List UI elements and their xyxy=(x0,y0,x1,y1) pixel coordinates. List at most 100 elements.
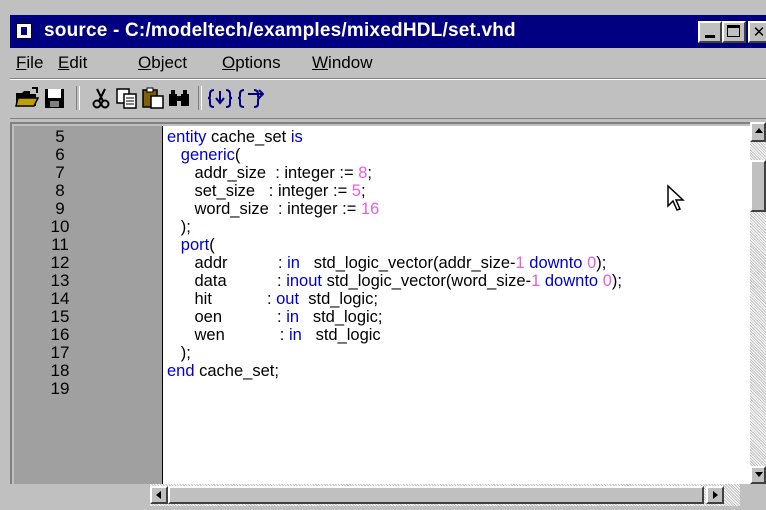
line-number: 6 xyxy=(55,145,65,164)
find-icon[interactable] xyxy=(166,86,192,110)
code-number: 0 xyxy=(602,272,612,290)
line-number: 14 xyxy=(50,289,70,308)
code-text: word_size : integer := xyxy=(167,200,361,218)
toolbar xyxy=(10,80,766,116)
line-number: 17 xyxy=(50,343,70,362)
source-window: source - C:/modeltech/examples/mixedHDL/… xyxy=(0,0,766,510)
code-keyword: downto xyxy=(529,254,583,272)
code-line: generic( xyxy=(167,146,241,164)
app-icon[interactable] xyxy=(16,23,32,39)
code-text: std_logic_vector(word_size- xyxy=(322,272,532,290)
mouse-pointer-icon xyxy=(667,184,685,211)
line-number xyxy=(14,398,106,408)
toolbar-divider xyxy=(10,118,766,119)
scroll-left-button[interactable] xyxy=(150,486,168,504)
code-text: ); xyxy=(596,254,607,272)
line-number: 13 xyxy=(50,271,70,290)
code-keyword: downto xyxy=(544,272,599,290)
toolbar-separator xyxy=(76,86,80,110)
code-number: 16 xyxy=(360,200,380,218)
code-keyword: entity xyxy=(167,128,207,146)
line-number: 12 xyxy=(50,253,70,272)
minimize-button[interactable] xyxy=(698,21,722,43)
code-keyword: in xyxy=(288,326,302,344)
save-icon[interactable] xyxy=(42,86,68,110)
code-text: addr_size : integer := xyxy=(167,164,359,182)
code-text: std_logic xyxy=(301,326,381,344)
scroll-down-button[interactable] xyxy=(750,466,766,484)
code-line: set_size : integer := 5; xyxy=(167,182,366,200)
line-number-gutter: 5 6 7 8 9 10 11 12 13 14 15 16 17 18 19 xyxy=(14,126,162,484)
code-text: ; xyxy=(367,164,373,182)
line-number: 15 xyxy=(50,307,70,326)
code-keyword: out xyxy=(276,290,300,308)
code-text: addr : xyxy=(167,254,288,272)
open-folder-icon[interactable] xyxy=(14,86,40,110)
code-line: port( xyxy=(167,236,215,254)
code-line: addr : in std_logic_vector(addr_size-1 d… xyxy=(167,254,607,272)
arrow-left-icon xyxy=(156,491,161,499)
horizontal-scrollbar[interactable] xyxy=(150,484,740,506)
code-line: end cache_set; xyxy=(167,362,279,380)
code-text: data : xyxy=(167,272,287,290)
close-button[interactable]: ✕ xyxy=(748,21,766,43)
code-text: ); xyxy=(167,344,191,362)
line-number: 7 xyxy=(55,163,65,182)
menu-file[interactable]: File xyxy=(16,53,43,73)
code-line: wen : in std_logic xyxy=(167,326,381,344)
code-text: std_logic; xyxy=(299,290,378,308)
menu-window[interactable]: Window xyxy=(312,53,372,73)
code-line: oen : in std_logic; xyxy=(167,308,383,326)
horizontal-scroll-thumb[interactable] xyxy=(168,486,704,504)
code-text: ( xyxy=(209,236,215,254)
code-text: std_logic_vector(addr_size- xyxy=(299,254,516,272)
code-keyword: end xyxy=(167,362,195,380)
code-keyword: is xyxy=(290,128,303,146)
vertical-scrollbar[interactable] xyxy=(750,122,766,484)
source-editor[interactable]: 5 6 7 8 9 10 11 12 13 14 15 16 17 18 19 … xyxy=(10,122,753,484)
menu-bar: File Edit Object Options Window xyxy=(10,50,766,78)
menu-object[interactable]: Object xyxy=(138,53,187,73)
code-keyword: port xyxy=(180,236,210,254)
code-text: ); xyxy=(611,272,622,290)
code-number: 1 xyxy=(515,254,525,272)
code-text: ; xyxy=(360,182,366,200)
cut-icon[interactable] xyxy=(88,86,114,110)
code-text: cache_set xyxy=(206,128,291,146)
code-text: ); xyxy=(167,218,191,236)
minimize-icon xyxy=(705,35,715,38)
paste-icon[interactable] xyxy=(140,86,166,110)
line-number: 19 xyxy=(50,379,70,398)
code-line: word_size : integer := 16 xyxy=(167,200,380,218)
scroll-up-button[interactable] xyxy=(750,122,766,142)
code-text-area[interactable]: entity cache_set is generic( addr_size :… xyxy=(162,126,753,484)
step-over-icon[interactable] xyxy=(238,86,264,110)
scroll-right-button[interactable] xyxy=(706,486,724,504)
line-number: 18 xyxy=(50,361,70,380)
line-number: 9 xyxy=(55,199,65,218)
arrow-right-icon xyxy=(713,491,718,499)
code-text: set_size : integer := xyxy=(167,182,352,200)
line-number: 10 xyxy=(50,217,70,236)
code-line: addr_size : integer := 8; xyxy=(167,164,373,182)
code-keyword: in xyxy=(286,308,300,326)
copy-icon[interactable] xyxy=(114,86,140,110)
code-line: hit : out std_logic; xyxy=(167,290,378,308)
close-icon: ✕ xyxy=(752,23,766,41)
code-keyword: inout xyxy=(286,272,322,290)
title-bar[interactable]: source - C:/modeltech/examples/mixedHDL/… xyxy=(10,15,766,48)
code-text: ( xyxy=(234,146,241,164)
line-number: 8 xyxy=(55,181,65,200)
menu-options[interactable]: Options xyxy=(222,53,281,73)
menu-edit[interactable]: Edit xyxy=(58,53,87,73)
step-into-icon[interactable] xyxy=(208,86,234,110)
code-line: ); xyxy=(167,218,191,236)
code-text: wen : xyxy=(167,326,289,344)
code-text: hit : xyxy=(167,290,277,308)
line-number: 16 xyxy=(50,325,70,344)
vertical-scroll-thumb[interactable] xyxy=(750,160,766,212)
window-title: source - C:/modeltech/examples/mixedHDL/… xyxy=(44,20,516,41)
code-keyword: generic xyxy=(180,146,235,164)
maximize-button[interactable] xyxy=(722,21,746,43)
